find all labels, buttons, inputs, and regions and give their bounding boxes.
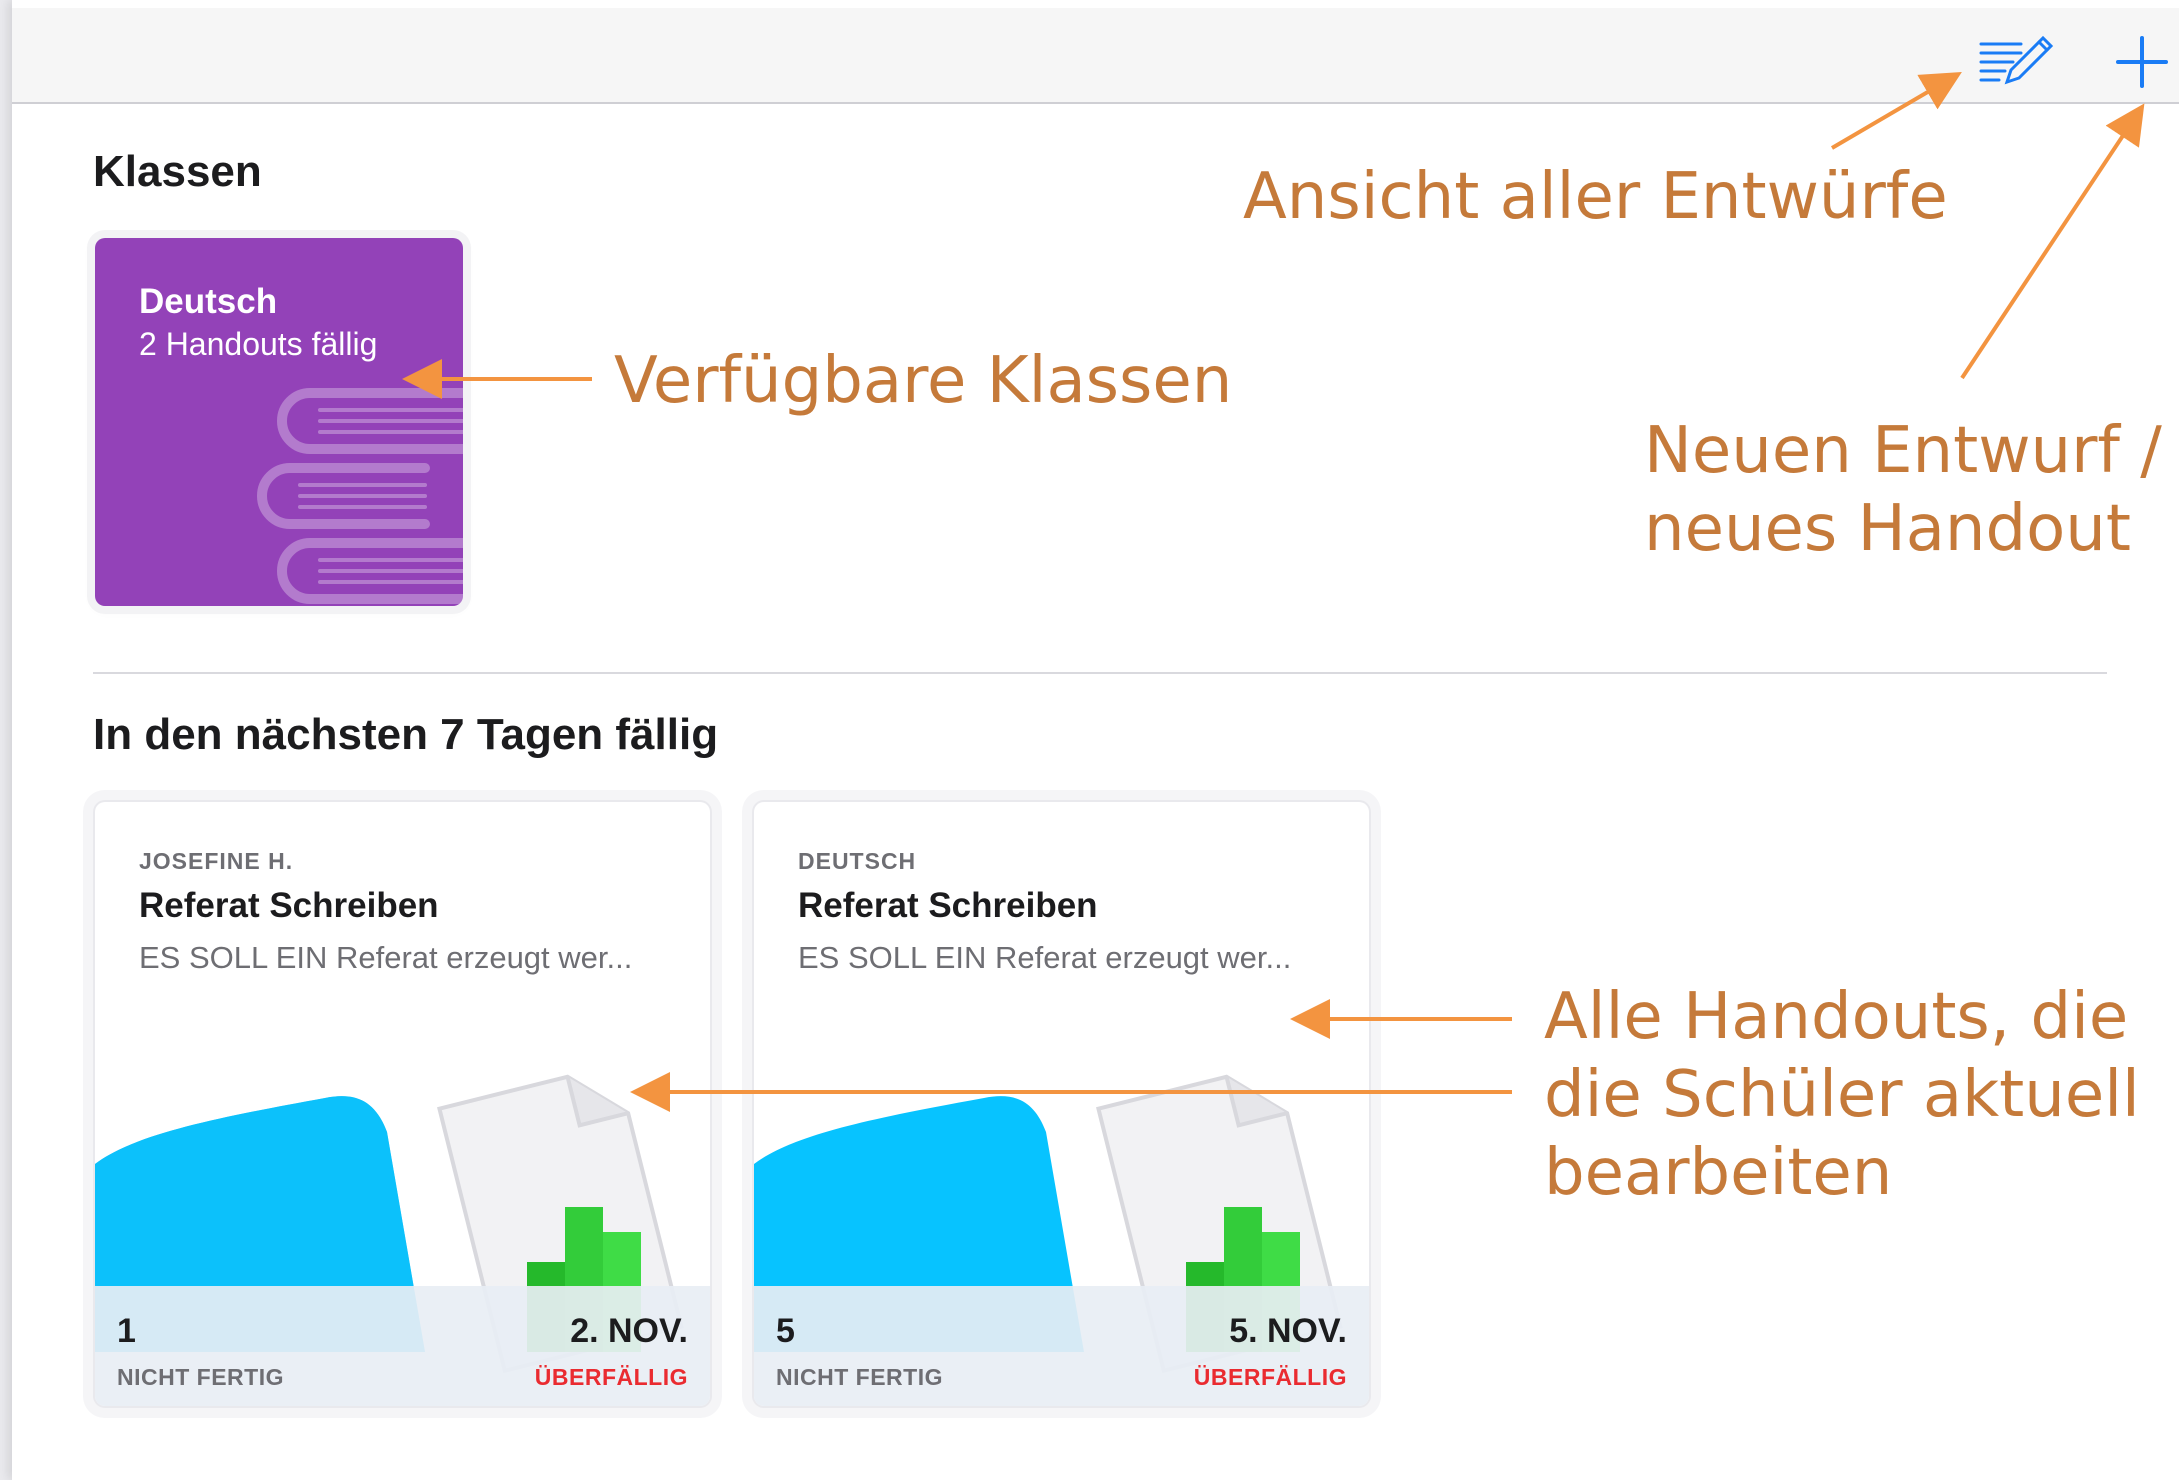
books-icon — [257, 388, 463, 604]
card-owner: DEUTSCH — [798, 848, 917, 874]
annotation-handouts: Alle Handouts, die die Schüler aktuell b… — [1544, 978, 2140, 1212]
annotation-line: Alle Handouts, die — [1544, 980, 2129, 1054]
annotation-new-draft: Neuen Entwurf / neues Handout — [1644, 412, 2162, 568]
annotation-classes: Verfügbare Klassen — [614, 344, 1233, 418]
card-description: ES SOLL EIN Referat erzeugt wer... — [139, 940, 633, 975]
overdue-badge: ÜBERFÄLLIG — [1193, 1364, 1347, 1390]
card-description: ES SOLL EIN Referat erzeugt wer... — [798, 940, 1292, 975]
annotation-line: neues Handout — [1644, 492, 2131, 566]
annotation-line: bearbeiten — [1544, 1136, 1893, 1210]
section-divider — [93, 672, 2107, 674]
not-done-count: 5 — [776, 1312, 795, 1350]
add-button[interactable] — [2107, 26, 2177, 92]
not-done-label: NICHT FERTIG — [776, 1364, 943, 1390]
card-footer: 5 NICHT FERTIG 5. NOV. ÜBERFÄLLIG — [754, 1286, 1369, 1406]
handout-card[interactable]: JOSEFINE H. Referat Schreiben ES SOLL EI… — [95, 802, 710, 1406]
not-done-label: NICHT FERTIG — [117, 1364, 284, 1390]
due-section-title: In den nächsten 7 Tagen fällig — [93, 710, 719, 759]
class-tile-deutsch[interactable]: Deutsch 2 Handouts fällig — [95, 238, 463, 606]
toolbar — [12, 8, 2179, 104]
card-owner: JOSEFINE H. — [139, 848, 294, 874]
class-name: Deutsch — [139, 282, 278, 321]
not-done-count: 1 — [117, 1312, 136, 1350]
annotation-line: die Schüler aktuell — [1544, 1058, 2140, 1132]
drafts-button[interactable] — [1977, 26, 2067, 92]
handout-card[interactable]: DEUTSCH Referat Schreiben ES SOLL EIN Re… — [754, 802, 1369, 1406]
plus-icon — [2116, 36, 2168, 88]
window-left-edge — [0, 0, 12, 1480]
due-date: 5. NOV. — [1229, 1312, 1347, 1350]
annotation-drafts: Ansicht aller Entwürfe — [1243, 160, 1948, 234]
card-title: Referat Schreiben — [798, 886, 1098, 925]
due-date: 2. NOV. — [570, 1312, 688, 1350]
card-title: Referat Schreiben — [139, 886, 439, 925]
annotation-line: Neuen Entwurf / — [1644, 414, 2162, 488]
overdue-badge: ÜBERFÄLLIG — [534, 1364, 688, 1390]
drafts-edit-icon — [1979, 35, 2054, 85]
card-footer: 1 NICHT FERTIG 2. NOV. ÜBERFÄLLIG — [95, 1286, 710, 1406]
classes-section-title: Klassen — [93, 147, 262, 196]
class-due-count: 2 Handouts fällig — [139, 326, 378, 362]
